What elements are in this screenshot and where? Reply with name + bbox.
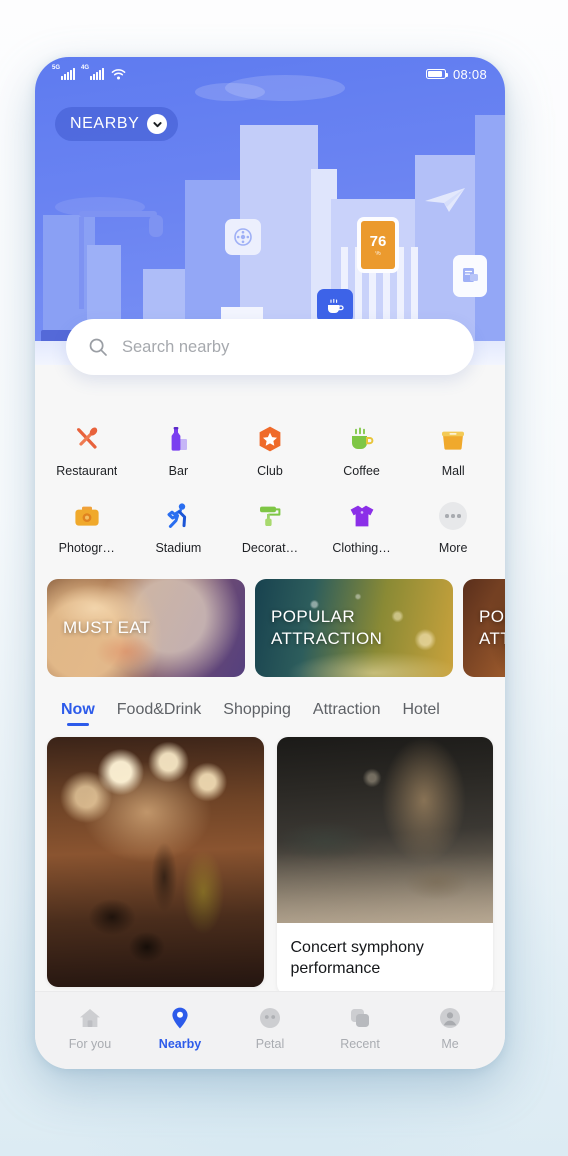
category-mall[interactable]: Mall — [407, 413, 499, 490]
bottle-icon — [162, 423, 194, 455]
banner-title: MUST EAT — [63, 618, 151, 638]
document-sign — [453, 255, 487, 297]
screenshot-stage: 76 % 5G 4G 08:08 NEARBY Search nearby Re… — [0, 0, 568, 1156]
category-label: Stadium — [155, 541, 202, 555]
battery-full-icon — [425, 69, 449, 79]
person-icon — [438, 1005, 462, 1031]
category-bar[interactable]: Bar — [133, 413, 225, 490]
building-shape — [475, 115, 505, 365]
category-clothing[interactable]: Clothing… — [316, 490, 408, 567]
network-type-secondary: 4G — [81, 65, 90, 71]
location-pin-icon — [168, 1005, 192, 1031]
tab-attraction[interactable]: Attraction — [313, 701, 381, 731]
category-row-1: Restaurant Bar Club Coffee Mall — [41, 413, 499, 490]
signal-secondary-icon: 4G — [81, 65, 104, 80]
category-label: Photogr… — [58, 541, 115, 555]
billboard-sign: 76 % — [357, 217, 399, 273]
tab-shopping[interactable]: Shopping — [223, 701, 291, 731]
category-grid: Restaurant Bar Club Coffee Mall Photogr…… — [35, 413, 505, 567]
coffee-sign — [317, 289, 353, 323]
stacked-cards-icon — [348, 1005, 372, 1031]
category-label: Mall — [441, 464, 465, 478]
feed-column-right: Concert symphony performance — [276, 737, 493, 996]
live-band-concert-photo — [47, 737, 264, 987]
category-label: Club — [257, 464, 283, 478]
content-sheet: Restaurant Bar Club Coffee Mall Photogr…… — [35, 365, 505, 996]
wifi-icon — [111, 69, 126, 80]
billboard-value: 76 — [369, 232, 387, 250]
petal-face-icon — [258, 1005, 282, 1031]
banner-title: POPULAR ATTRACTION — [479, 607, 505, 648]
nav-item-for-you[interactable]: For you — [45, 1005, 135, 1051]
street-lamp-shape — [79, 211, 163, 309]
tab-hotel[interactable]: Hotel — [402, 701, 439, 731]
game-controller-sign — [225, 219, 261, 255]
banner-popular-attraction-2[interactable]: POPULAR ATTRACTION — [463, 579, 505, 677]
feed-grid: Concert symphony performance — [35, 731, 505, 996]
category-more[interactable]: More — [407, 490, 499, 567]
tshirt-icon — [346, 500, 378, 532]
category-photography[interactable]: Photogr… — [41, 490, 133, 567]
restaurant-interior-photo — [276, 737, 493, 923]
nav-label: Petal — [255, 1036, 285, 1051]
nav-label: Nearby — [158, 1036, 202, 1051]
bottom-navigation[interactable]: For you Nearby Petal Recent Me — [35, 991, 505, 1069]
coffee-cup-icon — [328, 298, 344, 313]
nav-label: Me — [441, 1036, 459, 1051]
category-row-2: Photogr… Stadium Decorat… Clothing… More — [41, 490, 499, 567]
category-stadium[interactable]: Stadium — [133, 490, 225, 567]
nav-label: For you — [68, 1036, 112, 1051]
feed-column-left — [47, 737, 264, 995]
category-label: Decorat… — [241, 541, 299, 555]
location-selector-button[interactable]: NEARBY — [55, 107, 179, 141]
game-controller-icon — [234, 228, 252, 246]
search-icon — [89, 338, 107, 356]
category-restaurant[interactable]: Restaurant — [41, 413, 133, 490]
nav-label: Recent — [340, 1036, 380, 1051]
category-decoration[interactable]: Decorat… — [224, 490, 316, 567]
banner-must-eat[interactable]: MUST EAT — [47, 579, 245, 677]
signal-primary-icon: 5G — [52, 65, 75, 80]
more-dots-icon — [437, 500, 469, 532]
tab-now[interactable]: Now — [61, 701, 95, 731]
home-icon — [78, 1005, 102, 1031]
category-label: Bar — [168, 464, 189, 478]
coffee-cup-icon — [346, 423, 378, 455]
nav-item-nearby[interactable]: Nearby — [135, 1005, 225, 1051]
paper-plane-sign — [425, 188, 465, 212]
billboard-unit: % — [375, 250, 381, 257]
camera-icon — [71, 500, 103, 532]
banner-popular-attraction[interactable]: POPULAR ATTRACTION — [255, 579, 453, 677]
phone-mockup: 76 % 5G 4G 08:08 NEARBY Search nearby Re… — [35, 57, 505, 1069]
paint-roller-icon — [254, 500, 286, 532]
category-label: Clothing… — [332, 541, 391, 555]
star-badge-icon — [254, 423, 286, 455]
feed-card[interactable] — [47, 737, 264, 987]
feed-card[interactable]: Concert symphony performance — [276, 737, 493, 996]
network-type-primary: 5G — [52, 65, 61, 71]
cutlery-icon — [71, 423, 103, 455]
document-icon — [463, 268, 478, 282]
shopping-bag-icon — [437, 423, 469, 455]
category-label: Restaurant — [56, 464, 118, 478]
search-bar[interactable]: Search nearby — [66, 319, 474, 375]
nav-item-petal[interactable]: Petal — [225, 1005, 315, 1051]
status-bar-time: 08:08 — [452, 66, 487, 82]
tab-food-and-drink[interactable]: Food&Drink — [117, 701, 201, 731]
category-label: More — [438, 541, 468, 555]
category-club[interactable]: Club — [224, 413, 316, 490]
banner-carousel[interactable]: MUST EAT POPULAR ATTRACTION POPULAR ATTR… — [35, 567, 505, 691]
category-coffee[interactable]: Coffee — [316, 413, 408, 490]
category-tabs[interactable]: Now Food&Drink Shopping Attraction Hotel — [35, 691, 505, 731]
banner-title: POPULAR ATTRACTION — [271, 607, 383, 648]
search-input-placeholder[interactable]: Search nearby — [122, 338, 229, 357]
nav-item-me[interactable]: Me — [405, 1005, 495, 1051]
chevron-down-icon — [147, 114, 168, 134]
location-selector-label: NEARBY — [70, 115, 140, 132]
runner-icon — [162, 500, 194, 532]
feed-card-caption: Concert symphony performance — [290, 939, 424, 978]
nav-item-recent[interactable]: Recent — [315, 1005, 405, 1051]
category-label: Coffee — [343, 464, 380, 478]
status-bar: 5G 4G 08:08 — [35, 57, 505, 91]
